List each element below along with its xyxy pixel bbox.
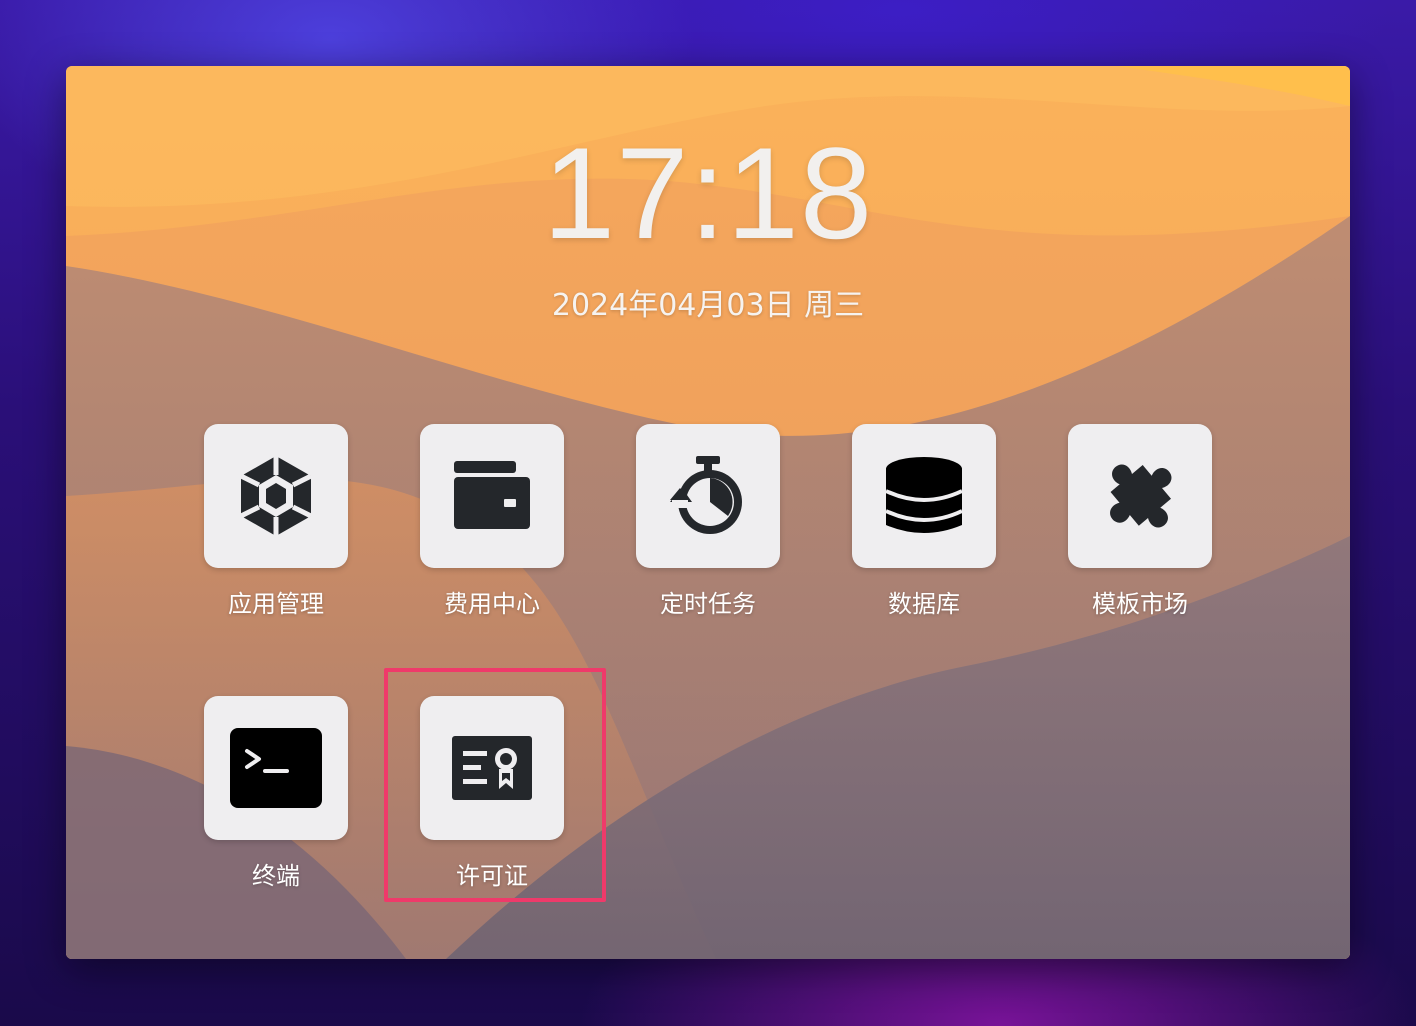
app-application-management[interactable]: 应用管理 xyxy=(204,424,348,619)
app-label: 模板市场 xyxy=(1092,590,1188,618)
app-tile[interactable] xyxy=(852,424,996,568)
app-tile[interactable] xyxy=(636,424,780,568)
app-label: 定时任务 xyxy=(660,590,756,618)
app-tile[interactable] xyxy=(204,696,348,840)
app-label: 费用中心 xyxy=(444,590,540,618)
app-tile[interactable] xyxy=(204,424,348,568)
app-management-icon xyxy=(239,456,313,536)
desktop-screen: 17:18 2024年04月03日 周三 应用管理 费用中心 定时任务 数据库 … xyxy=(66,66,1350,959)
app-database[interactable]: 数据库 xyxy=(852,424,996,619)
puzzle-piece-icon xyxy=(1110,464,1172,528)
app-tile[interactable] xyxy=(1068,424,1212,568)
database-icon xyxy=(885,457,963,533)
app-terminal[interactable]: 终端 xyxy=(204,696,348,891)
highlight-box xyxy=(384,668,606,902)
terminal-icon xyxy=(230,728,322,808)
wallet-icon xyxy=(454,461,530,529)
app-label: 应用管理 xyxy=(228,590,324,618)
stopwatch-icon xyxy=(670,456,742,534)
app-template-market[interactable]: 模板市场 xyxy=(1068,424,1212,619)
clock-time: 17:18 xyxy=(542,120,874,266)
clock-date: 2024年04月03日 周三 xyxy=(551,288,865,323)
app-scheduled-tasks[interactable]: 定时任务 xyxy=(636,424,780,619)
app-label: 数据库 xyxy=(888,590,960,618)
app-tile[interactable] xyxy=(420,424,564,568)
app-label: 终端 xyxy=(252,862,300,890)
app-billing-center[interactable]: 费用中心 xyxy=(420,424,564,619)
